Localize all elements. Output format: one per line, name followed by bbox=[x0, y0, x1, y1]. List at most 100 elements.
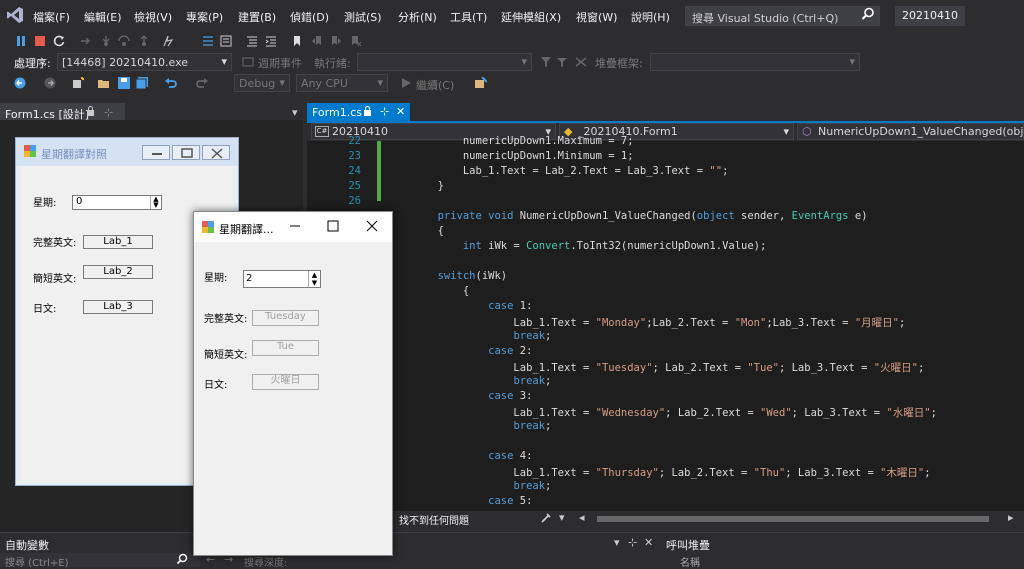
step-over-icon[interactable] bbox=[118, 35, 130, 47]
chevron-down-icon[interactable]: ▾ bbox=[559, 511, 565, 524]
minimize-button[interactable] bbox=[276, 212, 314, 240]
pin-icon[interactable]: ⊹ bbox=[104, 106, 113, 119]
code-line[interactable]: case 1: bbox=[307, 300, 1024, 315]
clear-bookmarks-icon[interactable] bbox=[350, 35, 362, 47]
code-line[interactable]: case 4: bbox=[307, 450, 1024, 465]
menu-edit[interactable]: 編輯(E) bbox=[84, 9, 122, 25]
close-button[interactable] bbox=[352, 212, 392, 240]
numeric-updown-design[interactable]: 0 ▲ ▼ bbox=[72, 195, 162, 210]
menu-project[interactable]: 專案(P) bbox=[186, 9, 223, 25]
autos-search-input[interactable]: 搜尋 (Ctrl+E) bbox=[0, 553, 200, 569]
save-all-icon[interactable] bbox=[136, 77, 148, 89]
code-line[interactable]: break; bbox=[307, 480, 1024, 495]
stop-icon[interactable] bbox=[34, 35, 46, 47]
minimize-button[interactable] bbox=[142, 145, 170, 160]
back-icon[interactable] bbox=[14, 77, 26, 89]
code-line[interactable]: break; bbox=[307, 330, 1024, 345]
code-line[interactable] bbox=[307, 435, 1024, 450]
close-tab-icon[interactable]: ✕ bbox=[396, 105, 405, 118]
code-line[interactable]: case 3: bbox=[307, 390, 1024, 405]
thread-select[interactable]: ▾ bbox=[357, 53, 532, 71]
menu-debug[interactable]: 偵錯(D) bbox=[290, 9, 329, 25]
menu-analyze[interactable]: 分析(N) bbox=[398, 9, 437, 25]
platform-select[interactable]: Any CPU ▾ bbox=[296, 74, 388, 92]
attach-icon[interactable] bbox=[475, 77, 487, 89]
code-line[interactable]: Lab_1.Text = "Thursday"; Lab_2.Text = "T… bbox=[307, 465, 1024, 480]
menu-window[interactable]: 視窗(W) bbox=[576, 9, 617, 25]
prev-bookmark-icon[interactable] bbox=[311, 35, 323, 47]
tab-form1-cs[interactable]: Form1.cs ⊹ ✕ bbox=[307, 103, 410, 122]
filter-icon[interactable] bbox=[540, 56, 552, 68]
thread-icon[interactable] bbox=[575, 56, 587, 68]
lifecycle-events-icon[interactable] bbox=[242, 56, 254, 68]
runtime-form-window[interactable]: 星期翻譯... 星期: 2 ▲ ▼ 完整英文: Tuesday 簡短英文: Tue… bbox=[193, 211, 393, 556]
menu-view[interactable]: 檢視(V) bbox=[134, 9, 172, 25]
hot-reload-icon[interactable] bbox=[162, 35, 174, 47]
restart-icon[interactable] bbox=[53, 35, 65, 47]
code-line[interactable]: 26 bbox=[307, 195, 1024, 210]
pause-icon[interactable] bbox=[15, 35, 27, 47]
code-line[interactable]: 24 Lab_1.Text = Lab_2.Text = Lab_3.Text … bbox=[307, 165, 1024, 180]
maximize-button[interactable] bbox=[314, 212, 352, 240]
pin-icon[interactable]: ⊹ bbox=[380, 105, 389, 118]
close-panel-icon[interactable]: ✕ bbox=[644, 536, 653, 549]
scroll-left-icon[interactable]: ◂ bbox=[579, 511, 585, 524]
bookmark-icon[interactable] bbox=[291, 35, 303, 47]
code-line[interactable]: Lab_1.Text = "Wednesday"; Lab_2.Text = "… bbox=[307, 405, 1024, 420]
brush-icon[interactable] bbox=[540, 512, 552, 524]
code-line[interactable]: 23 numericUpDown1.Minimum = 1; bbox=[307, 150, 1024, 165]
spin-buttons[interactable]: ▲ ▼ bbox=[150, 196, 161, 209]
search-input[interactable]: 搜尋 Visual Studio (Ctrl+Q) bbox=[685, 6, 880, 26]
code-line[interactable]: 22 numericUpDown1.Maximum = 7; bbox=[307, 135, 1024, 150]
code-line[interactable]: switch(iWk) bbox=[307, 270, 1024, 285]
code-line[interactable]: { bbox=[307, 285, 1024, 300]
indent-icon[interactable] bbox=[265, 35, 277, 47]
code-line[interactable]: Lab_1.Text = "Tuesday"; Lab_2.Text = "Tu… bbox=[307, 360, 1024, 375]
configuration-select[interactable]: Debug ▾ bbox=[234, 74, 290, 92]
visual-studio-logo-icon[interactable] bbox=[6, 6, 24, 24]
search-icon[interactable] bbox=[176, 553, 188, 565]
scroll-right-icon[interactable]: ▸ bbox=[1008, 511, 1014, 524]
horizontal-scrollbar[interactable] bbox=[597, 516, 989, 522]
lifecycle-events-label[interactable]: 週期事件 bbox=[258, 55, 302, 71]
code-line[interactable]: int iWk = Convert.ToInt32(numericUpDown1… bbox=[307, 240, 1024, 255]
search-icon[interactable] bbox=[861, 7, 875, 21]
new-project-icon[interactable] bbox=[72, 77, 84, 89]
threads-icon[interactable] bbox=[202, 35, 214, 47]
numeric-updown-runtime[interactable]: 2 ▲ ▼ bbox=[243, 270, 321, 288]
format-icon[interactable] bbox=[246, 35, 258, 47]
stack-frame-icon[interactable] bbox=[220, 35, 232, 47]
flag-threads-icon[interactable] bbox=[556, 56, 568, 68]
stack-frame-select[interactable]: ▾ bbox=[650, 53, 860, 71]
close-button[interactable] bbox=[202, 145, 230, 160]
maximize-button[interactable] bbox=[172, 145, 200, 160]
code-line[interactable]: case 2: bbox=[307, 345, 1024, 360]
code-line[interactable]: 25 } bbox=[307, 180, 1024, 195]
code-line[interactable]: break; bbox=[307, 375, 1024, 390]
code-line[interactable] bbox=[307, 255, 1024, 270]
code-line[interactable]: Lab_1.Text = "Monday";Lab_2.Text = "Mon"… bbox=[307, 315, 1024, 330]
menu-tools[interactable]: 工具(T) bbox=[450, 9, 487, 25]
code-line[interactable]: break; bbox=[307, 420, 1024, 435]
code-line[interactable]: { bbox=[307, 225, 1024, 240]
menu-file[interactable]: 檔案(F) bbox=[33, 9, 70, 25]
continue-button[interactable]: 繼續(C) bbox=[416, 77, 454, 93]
show-next-statement-icon[interactable] bbox=[80, 35, 92, 47]
forward-icon[interactable] bbox=[44, 77, 56, 89]
spin-buttons[interactable]: ▲ ▼ bbox=[308, 271, 320, 287]
chevron-down-icon[interactable]: ▾ bbox=[614, 536, 620, 549]
save-icon[interactable] bbox=[118, 77, 130, 89]
code-line[interactable]: case 5: bbox=[307, 495, 1024, 510]
open-folder-icon[interactable] bbox=[98, 77, 110, 89]
play-icon[interactable] bbox=[400, 77, 412, 89]
redo-icon[interactable] bbox=[196, 77, 208, 89]
menu-test[interactable]: 測試(S) bbox=[344, 9, 382, 25]
step-into-icon[interactable] bbox=[100, 35, 112, 47]
menu-extensions[interactable]: 延伸模組(X) bbox=[501, 9, 561, 25]
menu-help[interactable]: 說明(H) bbox=[631, 9, 670, 25]
process-select[interactable]: [14468] 20210410.exe ▾ bbox=[57, 53, 232, 71]
issues-text[interactable]: 找不到任何問題 bbox=[399, 512, 469, 527]
menu-build[interactable]: 建置(B) bbox=[238, 9, 276, 25]
code-line[interactable]: 27 private void NumericUpDown1_ValueChan… bbox=[307, 210, 1024, 225]
undo-icon[interactable] bbox=[165, 77, 177, 89]
